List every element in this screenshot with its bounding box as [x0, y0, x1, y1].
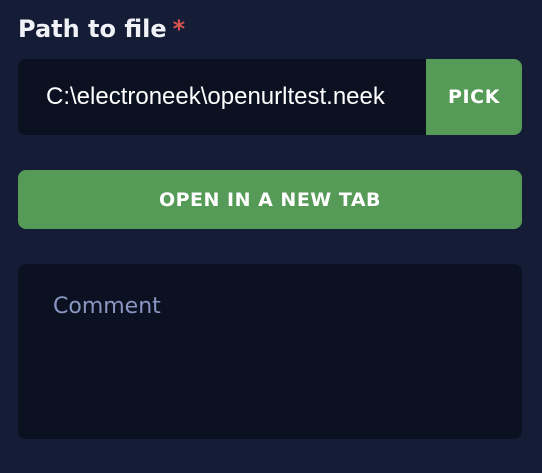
path-to-file-field: PICK [18, 59, 522, 135]
pick-button[interactable]: PICK [426, 59, 522, 135]
required-asterisk: * [172, 15, 186, 43]
open-in-new-tab-button[interactable]: OPEN IN A NEW TAB [18, 170, 522, 229]
comment-textarea[interactable] [18, 264, 522, 439]
path-to-file-label: Path to file * [18, 13, 185, 45]
path-to-file-input[interactable] [18, 59, 426, 135]
path-label-text: Path to file [18, 15, 167, 43]
